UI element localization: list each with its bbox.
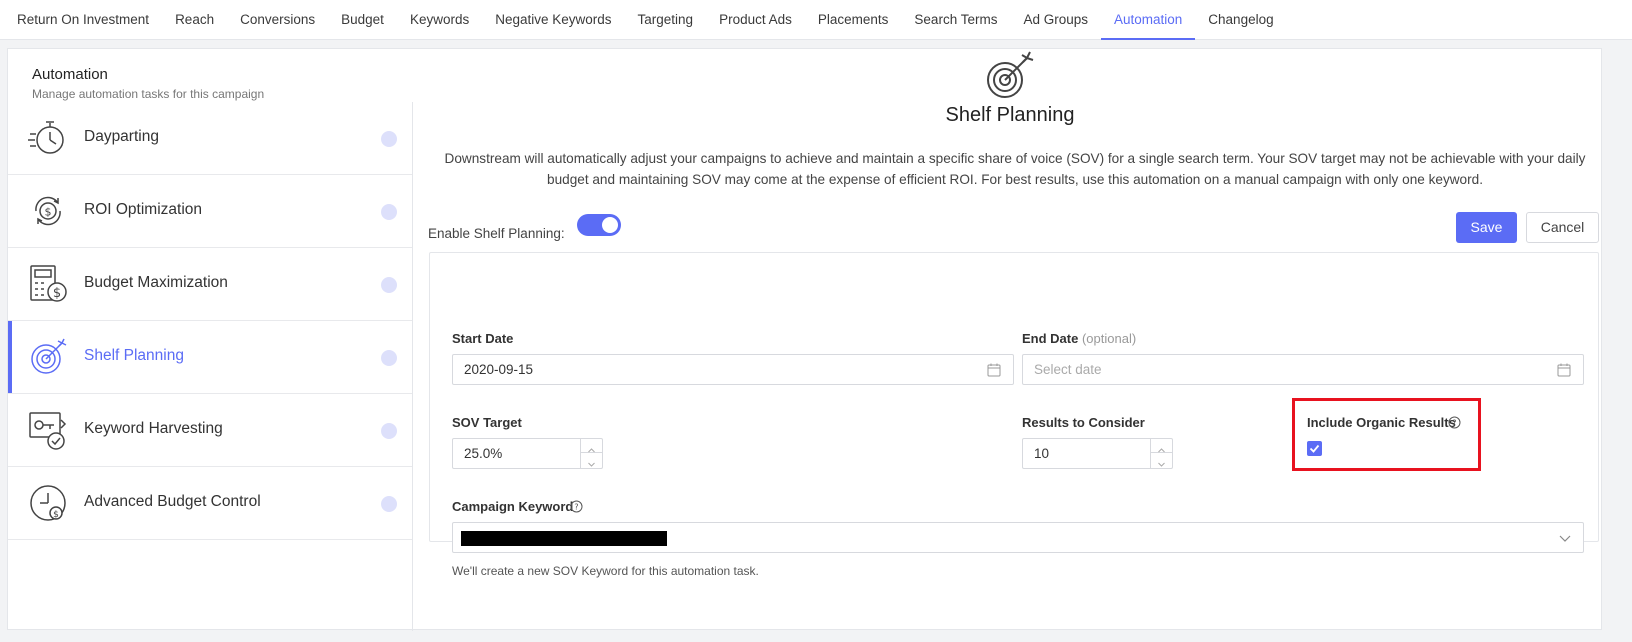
sidebar-item-dayparting[interactable]: Dayparting: [8, 102, 412, 175]
calculator-dollar-icon: $: [30, 265, 67, 302]
tab-keywords[interactable]: Keywords: [397, 0, 482, 40]
automation-sidebar: Dayparting $ ROI Optimization $ Budget M…: [8, 102, 413, 631]
start-date-label: Start Date: [452, 331, 514, 346]
svg-text:?: ?: [574, 503, 578, 512]
sov-target-label: SOV Target: [452, 415, 522, 430]
stopwatch-icon: [28, 121, 64, 154]
increment-button[interactable]: [1151, 438, 1172, 453]
sidebar-item-advanced-budget-control[interactable]: $ Advanced Budget Control: [8, 467, 412, 540]
start-date-value: 2020-09-15: [464, 362, 534, 377]
status-dot: [381, 204, 397, 220]
chevron-down-icon: [1559, 535, 1571, 542]
sidebar-item-label: Dayparting: [84, 128, 159, 145]
tab-list: Return On Investment Reach Conversions B…: [17, 0, 1287, 40]
sidebar-item-shelf-planning[interactable]: Shelf Planning: [8, 321, 412, 394]
status-dot: [381, 350, 397, 366]
sidebar-item-label: Advanced Budget Control: [84, 493, 261, 510]
redacted-value: [461, 531, 667, 546]
svg-text:$: $: [45, 206, 52, 219]
sidebar-item-label: Shelf Planning: [84, 347, 184, 364]
save-button[interactable]: Save: [1456, 212, 1517, 243]
calendar-icon: [987, 363, 1001, 377]
svg-text:$: $: [53, 510, 59, 520]
sov-target-value: 25.0%: [464, 446, 503, 461]
decrement-button[interactable]: [581, 453, 602, 468]
check-icon: [1309, 444, 1320, 453]
chevron-down-icon: [1158, 462, 1165, 467]
end-date-field[interactable]: Select date: [1022, 354, 1584, 385]
help-icon[interactable]: ?: [1448, 416, 1461, 429]
card-subtitle: Manage automation tasks for this campaig…: [32, 87, 265, 101]
target-arrow-icon: [31, 338, 67, 374]
svg-text:$: $: [53, 286, 61, 301]
results-label: Results to Consider: [1022, 415, 1145, 430]
chevron-down-icon: [588, 462, 595, 467]
results-stepper: [1150, 438, 1172, 469]
status-dot: [381, 131, 397, 147]
optional-tag: (optional): [1081, 331, 1137, 346]
dollar-cycle-icon: $: [35, 196, 61, 226]
status-dot: [381, 423, 397, 439]
card-title: Automation: [32, 66, 108, 83]
tab-changelog[interactable]: Changelog: [1195, 0, 1286, 40]
organic-label: Include Organic Results: [1307, 415, 1456, 430]
calendar-icon: [1557, 363, 1571, 377]
settings-form: [429, 252, 1599, 542]
decrement-button[interactable]: [1151, 453, 1172, 468]
tab-placements[interactable]: Placements: [805, 0, 902, 40]
sidebar-item-label: ROI Optimization: [84, 201, 203, 218]
campaign-keyword-label: Campaign Keyword: [452, 499, 574, 514]
results-field[interactable]: 10: [1022, 438, 1173, 469]
tab-return-on-investment[interactable]: Return On Investment: [17, 0, 162, 40]
help-icon[interactable]: ?: [570, 500, 583, 513]
enable-toggle[interactable]: [577, 214, 621, 236]
target-arrow-icon: [987, 51, 1034, 98]
sidebar-item-label: Budget Maximization: [84, 274, 228, 291]
svg-text:?: ?: [1452, 419, 1456, 428]
status-dot: [381, 277, 397, 293]
sidebar-item-budget-maximization[interactable]: $ Budget Maximization: [8, 248, 412, 321]
tab-search-terms[interactable]: Search Terms: [901, 0, 1010, 40]
tab-product-ads[interactable]: Product Ads: [706, 0, 805, 40]
organic-checkbox[interactable]: [1307, 441, 1322, 456]
end-date-placeholder: Select date: [1034, 362, 1102, 377]
tab-negative-keywords[interactable]: Negative Keywords: [482, 0, 624, 40]
sov-target-field[interactable]: 25.0%: [452, 438, 603, 469]
end-date-label: End Date (optional): [1022, 331, 1136, 346]
status-dot: [381, 496, 397, 512]
start-date-field[interactable]: 2020-09-15: [452, 354, 1014, 385]
tab-reach[interactable]: Reach: [162, 0, 227, 40]
highlight-box: [1292, 398, 1481, 471]
tab-targeting[interactable]: Targeting: [625, 0, 707, 40]
toggle-knob: [602, 217, 618, 233]
campaign-keyword-select[interactable]: [452, 522, 1584, 553]
key-check-icon: [29, 412, 67, 450]
end-date-label-text: End Date: [1022, 331, 1079, 346]
page-title: Shelf Planning: [945, 104, 1075, 126]
sov-target-stepper: [580, 438, 602, 469]
top-tab-bar: Return On Investment Reach Conversions B…: [0, 0, 1632, 40]
increment-button[interactable]: [581, 438, 602, 453]
enable-label: Enable Shelf Planning:: [428, 226, 565, 241]
sidebar-item-keyword-harvesting[interactable]: Keyword Harvesting: [8, 394, 412, 467]
description: Downstream will automatically adjust you…: [444, 151, 1586, 187]
clock-dollar-icon: $: [30, 485, 66, 521]
tab-automation[interactable]: Automation: [1101, 0, 1196, 40]
tab-budget[interactable]: Budget: [328, 0, 397, 40]
cancel-button[interactable]: Cancel: [1526, 212, 1599, 243]
sidebar-item-label: Keyword Harvesting: [84, 420, 223, 437]
keyword-hint: We'll create a new SOV Keyword for this …: [452, 564, 759, 578]
tab-conversions[interactable]: Conversions: [227, 0, 328, 40]
sidebar-item-roi-optimization[interactable]: $ ROI Optimization: [8, 175, 412, 248]
tab-ad-groups[interactable]: Ad Groups: [1010, 0, 1101, 40]
results-value: 10: [1034, 446, 1050, 461]
